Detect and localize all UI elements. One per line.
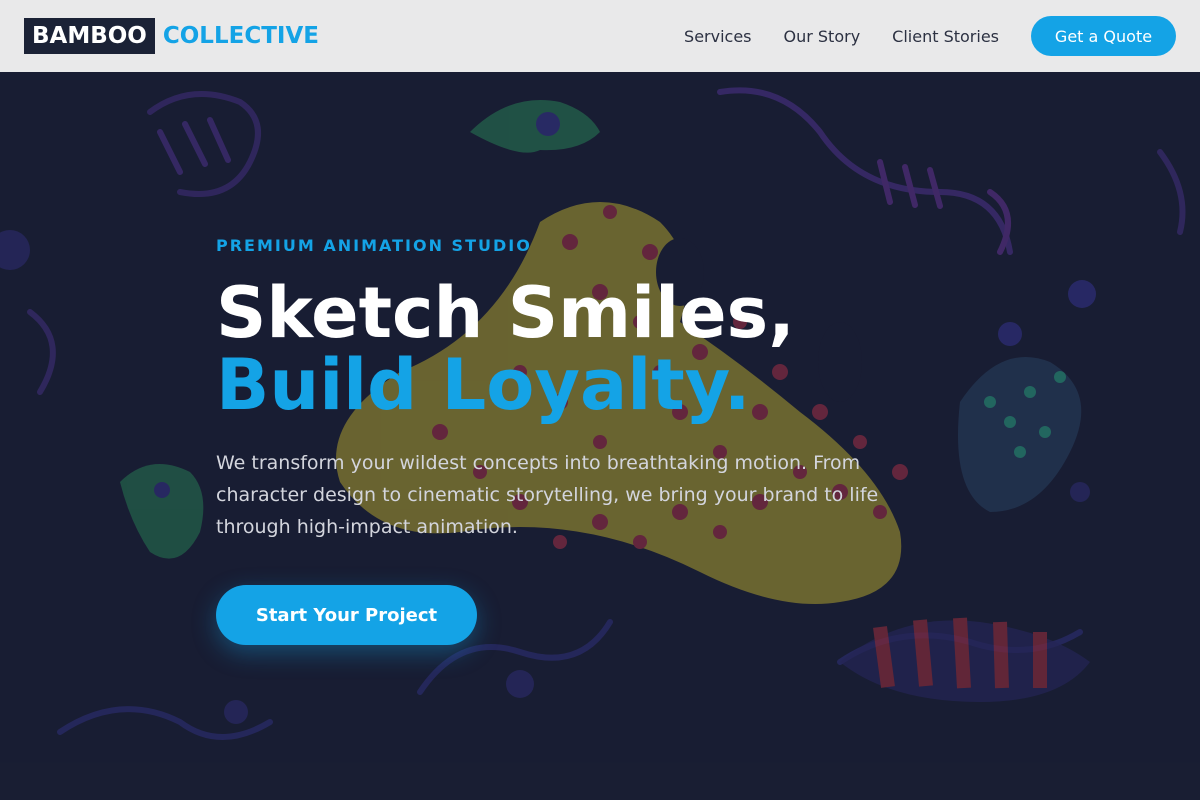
nav-links: Services Our Story Client Stories Get a …	[684, 16, 1176, 56]
logo-text: COLLECTIVE	[162, 23, 319, 49]
logo-box: BAMBOO	[24, 18, 155, 54]
nav-link-client-stories[interactable]: Client Stories	[892, 27, 999, 46]
logo[interactable]: BAMBOO COLLECTIVE	[24, 18, 319, 54]
navbar: BAMBOO COLLECTIVE Services Our Story Cli…	[0, 0, 1200, 72]
nav-link-services[interactable]: Services	[684, 27, 751, 46]
nav-link-our-story[interactable]: Our Story	[784, 27, 861, 46]
hero-content: PREMIUM ANIMATION STUDIO Sketch Smiles, …	[216, 236, 976, 645]
hero-subtext: We transform your wildest concepts into …	[216, 452, 879, 538]
hero-section: PREMIUM ANIMATION STUDIO Sketch Smiles, …	[0, 72, 1200, 800]
hero-headline-line2: Build Loyalty.	[216, 344, 751, 426]
hero-headline-line1: Sketch Smiles,	[216, 272, 795, 354]
hero-eyebrow: PREMIUM ANIMATION STUDIO	[216, 236, 532, 255]
get-quote-button[interactable]: Get a Quote	[1031, 16, 1176, 56]
hero-headline: Sketch Smiles, Build Loyalty.	[216, 277, 976, 421]
start-project-button[interactable]: Start Your Project	[216, 585, 477, 645]
